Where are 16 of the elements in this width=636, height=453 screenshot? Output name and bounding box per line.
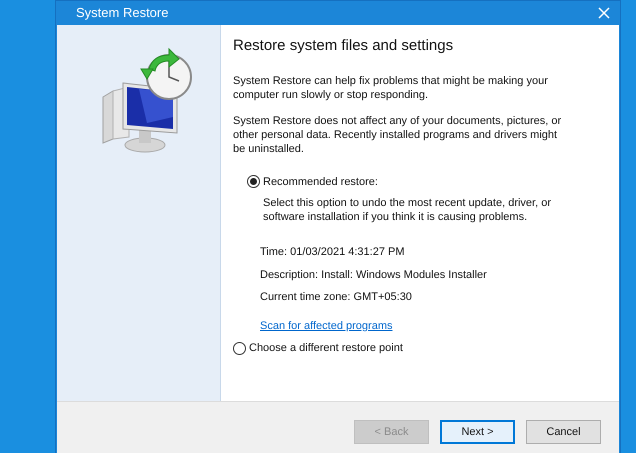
page-heading: Restore system files and settings bbox=[233, 36, 454, 56]
dialog-button[interactable]: Cancel bbox=[526, 420, 601, 444]
restore-point-detail: Current time zone: GMT+05:30 bbox=[260, 290, 413, 305]
restore-point-detail: Description: Install: Windows Modules Installer bbox=[260, 268, 488, 282]
radio-label[interactable]: Recommended restore: bbox=[263, 174, 378, 190]
description-text: System Restore can help fix problems that might be making your computer run slowly or stop responding. bbox=[233, 74, 549, 102]
radio-label[interactable]: Choose a different restore point bbox=[249, 340, 403, 356]
option-description: Select this option to undo the most recent update, driver, or software installation if you think it is causing problems. bbox=[263, 196, 552, 224]
radio-button[interactable] bbox=[247, 175, 260, 188]
description-text: System Restore does not affect any of your documents, pictures, or other personal data. Recently installed programs and drivers might be uninstalled. bbox=[233, 114, 562, 156]
close-icon[interactable] bbox=[598, 7, 610, 19]
scan-link[interactable]: Scan for affected programs bbox=[260, 318, 392, 334]
radio-button[interactable] bbox=[233, 342, 246, 355]
window-title: System Restore bbox=[76, 4, 168, 22]
dialog-button[interactable]: Next > bbox=[440, 420, 515, 444]
restore-point-detail: Time: 01/03/2021 4:31:27 PM bbox=[260, 245, 406, 260]
